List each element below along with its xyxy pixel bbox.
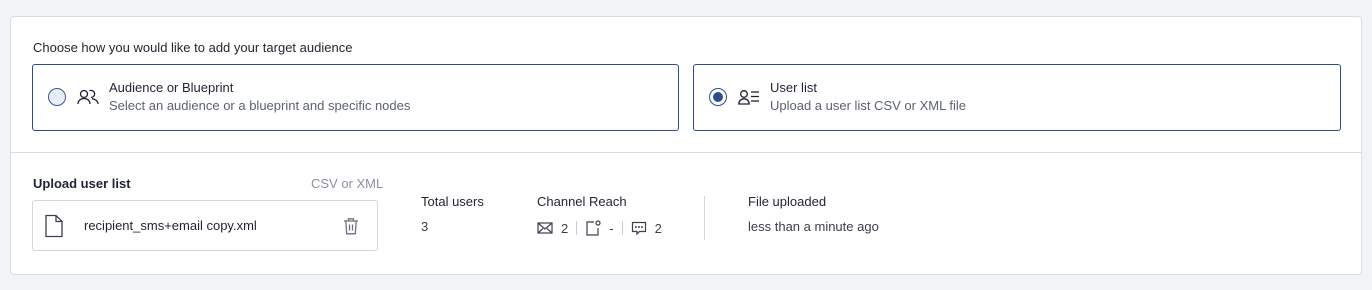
total-users-value: 3 [421, 219, 429, 234]
upload-user-list-label: Upload user list [33, 176, 131, 191]
option-audience-subtitle: Select an audience or a blueprint and sp… [109, 98, 411, 113]
user-list-icon [738, 90, 759, 105]
channel-reach-label: Channel Reach [537, 194, 627, 209]
total-users-label: Total users [421, 194, 484, 209]
radio-audience-or-blueprint[interactable] [48, 88, 66, 106]
stats-divider [704, 196, 705, 240]
file-name: recipient_sms+email copy.xml [84, 218, 257, 233]
option-audience-or-blueprint[interactable]: Audience or Blueprint Select an audience… [32, 64, 679, 131]
section-divider [11, 152, 1361, 153]
radio-user-list[interactable] [709, 88, 727, 106]
sms-reach-value: 2 [654, 220, 662, 236]
file-uploaded-value: less than a minute ago [748, 219, 879, 234]
file-icon [45, 214, 63, 238]
email-reach-value: 2 [561, 220, 569, 236]
upload-format-hint: CSV or XML [311, 176, 384, 191]
reach-separator [576, 221, 578, 235]
uploaded-file: recipient_sms+email copy.xml [32, 200, 378, 251]
sms-icon [631, 221, 646, 236]
push-reach-value: - [609, 220, 614, 236]
file-uploaded-label: File uploaded [748, 194, 827, 209]
channel-reach-values: 2 - 2 [537, 219, 662, 237]
option-audience-title: Audience or Blueprint [109, 80, 234, 95]
users-icon [77, 89, 99, 105]
audience-prompt: Choose how you would like to add your ta… [33, 40, 353, 55]
reach-separator [621, 221, 623, 235]
email-icon [537, 222, 553, 234]
push-notification-icon [586, 220, 601, 236]
audience-card: Choose how you would like to add your ta… [10, 16, 1362, 275]
option-user-list-subtitle: Upload a user list CSV or XML file [770, 98, 967, 113]
option-user-list[interactable]: User list Upload a user list CSV or XML … [693, 64, 1341, 131]
trash-icon[interactable] [343, 217, 359, 235]
option-user-list-title: User list [770, 80, 817, 95]
